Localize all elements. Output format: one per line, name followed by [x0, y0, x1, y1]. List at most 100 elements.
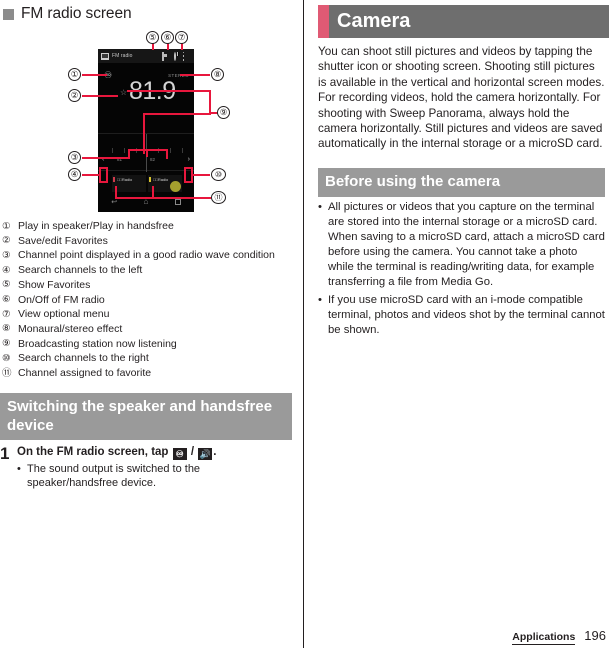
- leader-line-3-bar: [128, 149, 168, 151]
- step-title-separator: /: [190, 445, 195, 458]
- step-bullet-list: • The sound output is switched to the sp…: [17, 462, 292, 491]
- leader-line-9-vert: [209, 90, 211, 114]
- right-column: Camera You can shoot still pictures and …: [318, 0, 609, 648]
- switching-section-heading: Switching the speaker and handsfree devi…: [0, 392, 292, 440]
- home-icon[interactable]: ⌂: [144, 198, 149, 206]
- leader-line-9-top: [127, 90, 211, 92]
- list-item: • If you use microSD card with an i-mode…: [318, 293, 605, 338]
- caption-marker: ⑧: [2, 323, 11, 335]
- leader-line-1: [82, 74, 107, 76]
- square-bullet-icon: [3, 8, 14, 20]
- bullet-dot: •: [17, 462, 21, 475]
- list-item: ⑪ Channel assigned to favorite: [2, 366, 294, 381]
- callout-3: ③: [68, 151, 81, 164]
- caption-marker: ⑤: [2, 279, 11, 291]
- callout-5: ⑤: [146, 31, 159, 44]
- footer-chapter-label: Applications: [512, 631, 576, 645]
- caption-marker: ⑦: [2, 308, 11, 320]
- callout-1: ①: [68, 68, 81, 81]
- callout-2: ②: [68, 89, 81, 102]
- caption-marker: ③: [2, 249, 11, 261]
- leader-line-11-riser: [115, 186, 117, 198]
- step-title-suffix: .: [213, 445, 217, 458]
- caption-text: Search channels to the left: [18, 264, 143, 277]
- fm-radio-app-icon: [101, 52, 109, 60]
- fm-radio-figure: FM radio ♾ STEREO ☆ 81.9 81 82 ‹ › □□Rad…: [0, 27, 296, 215]
- leader-line-4: [82, 174, 101, 176]
- caption-text: Channel point displayed in a good radio …: [18, 249, 275, 262]
- phone-app-title: FM radio: [112, 53, 133, 59]
- page-footer: Applications 196: [512, 628, 606, 645]
- callout-10: ⑩: [211, 168, 226, 181]
- channel-bar-icon: [149, 177, 151, 182]
- callout-9: ⑨: [217, 106, 230, 119]
- leader-line-9-riser: [143, 136, 145, 154]
- power-toggle-icon[interactable]: [170, 51, 179, 61]
- caption-marker: ⑨: [2, 338, 11, 350]
- callout-6: ⑥: [161, 31, 174, 44]
- step-body: On the FM radio screen, tap ♾ / 🔊. • The…: [17, 445, 292, 491]
- section-title-label: FM radio screen: [21, 5, 132, 22]
- bullet-text: The sound output is switched to the spea…: [27, 462, 201, 490]
- leader-line-10: [192, 174, 210, 176]
- leader-line-11-riser2: [152, 186, 154, 198]
- list-item: • All pictures or videos that you captur…: [318, 200, 605, 290]
- callout-11: ⑪: [211, 191, 226, 204]
- tuner-tick: [182, 148, 183, 153]
- leader-line-9-riser2: [143, 113, 145, 137]
- caption-text: Channel assigned to favorite: [18, 367, 152, 380]
- camera-heading-label: Camera: [337, 10, 411, 32]
- left-column: FM radio screen FM radio ♾ STEREO ☆ 81.9: [0, 0, 296, 648]
- recent-apps-icon[interactable]: [174, 199, 181, 205]
- caption-text: Broadcasting station now listening: [18, 337, 177, 350]
- caption-text: Show Favorites: [18, 278, 91, 291]
- favorite-chip-label: □□Radio: [153, 177, 169, 182]
- list-item: ② Save/edit Favorites: [2, 234, 294, 249]
- page-number: 196: [584, 628, 606, 643]
- callout-8: ⑧: [211, 68, 224, 81]
- callout-7: ⑦: [175, 31, 188, 44]
- caption-marker: ⑩: [2, 352, 11, 364]
- leader-line-9-bar: [143, 113, 211, 115]
- phone-action-bar: FM radio: [98, 49, 194, 63]
- callout-4: ④: [68, 168, 81, 181]
- step-number: 1: [0, 443, 10, 463]
- channel-bar-icon: [113, 177, 115, 182]
- caption-text: Save/edit Favorites: [18, 234, 108, 247]
- list-item: ④ Search channels to the left: [2, 263, 294, 278]
- list-item: ⑦ View optional menu: [2, 307, 294, 322]
- page-root: FM radio screen FM radio ♾ STEREO ☆ 81.9: [0, 0, 609, 648]
- overflow-menu-icon[interactable]: [182, 51, 191, 61]
- list-item: ⑩ Search channels to the right: [2, 351, 294, 366]
- speaker-icon[interactable]: 🔊: [198, 447, 213, 460]
- camera-section-heading: Camera: [318, 5, 609, 38]
- tuner-tick: [112, 148, 113, 153]
- camera-intro-paragraph: You can shoot still pictures and videos …: [318, 45, 605, 151]
- bullet-dot: •: [318, 293, 322, 306]
- leader-line-11-bar: [115, 197, 211, 199]
- caption-marker: ①: [2, 220, 11, 232]
- step-1: 1 On the FM radio screen, tap ♾ / 🔊. • T…: [0, 443, 292, 491]
- figure-caption-list: ① Play in speaker/Play in handsfree ② Sa…: [2, 219, 294, 381]
- favorite-chip[interactable]: □□Radio: [112, 175, 146, 192]
- list-item: ① Play in speaker/Play in handsfree: [2, 219, 294, 234]
- bullet-dot: •: [318, 200, 322, 213]
- section-title: FM radio screen: [3, 3, 296, 25]
- list-item: ⑧ Monaural/stereo effect: [2, 322, 294, 337]
- back-icon[interactable]: ↩: [111, 199, 117, 206]
- caption-marker: ④: [2, 264, 11, 276]
- show-favorites-icon[interactable]: [158, 51, 167, 61]
- list-item: ③ Channel point displayed in a good radi…: [2, 248, 294, 263]
- leader-line-3-center: [146, 149, 148, 157]
- tuner-tick: [124, 148, 125, 153]
- heading-accent-bar: [318, 5, 329, 38]
- favorite-channel-row: □□Radio □□Radio: [112, 175, 182, 192]
- list-item: ⑨ Broadcasting station now listening: [2, 337, 294, 352]
- search-right-button[interactable]: ›: [188, 156, 190, 163]
- caption-marker: ⑪: [2, 367, 12, 379]
- step-title: On the FM radio screen, tap ♾ / 🔊.: [17, 445, 292, 460]
- favorite-thumbnail: [170, 181, 181, 192]
- headphone-icon[interactable]: ♾: [172, 447, 187, 460]
- caption-text: Play in speaker/Play in handsfree: [18, 220, 174, 232]
- caption-marker: ②: [2, 235, 11, 247]
